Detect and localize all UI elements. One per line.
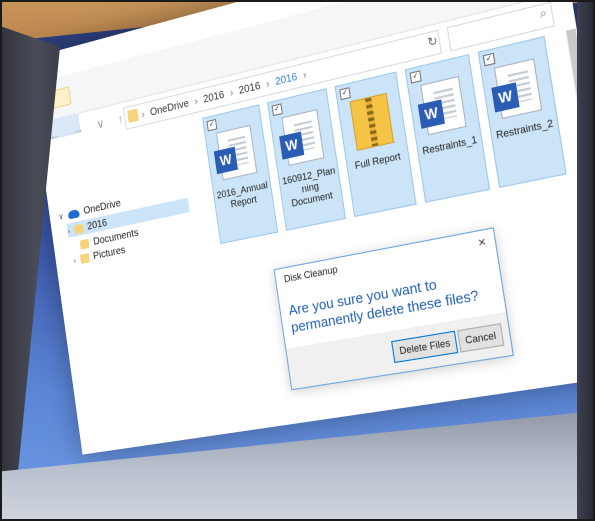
disk-cleanup-dialog: Disk Cleanup × Are you sure you want to …: [273, 227, 514, 391]
folder-icon: [127, 108, 139, 124]
word-document-icon: W: [491, 58, 543, 120]
file-item[interactable]: ✓ Full Report: [334, 71, 417, 218]
chevron-right-icon: ›: [302, 68, 308, 81]
cancel-button[interactable]: Cancel: [456, 323, 505, 353]
navigation-pane: ∨ OneDrive › 2016 Documents › Pictures: [50, 122, 225, 433]
dialog-title: Disk Cleanup: [283, 263, 339, 285]
checkbox[interactable]: ✓: [206, 118, 218, 132]
checkbox[interactable]: ✓: [482, 52, 496, 67]
file-name: Restraints_2: [495, 117, 554, 141]
word-badge-icon: W: [491, 82, 520, 113]
checkbox[interactable]: ✓: [409, 70, 422, 84]
file-explorer-window: – ☐ ✕ ← → ∨ ↑ › OneDrive › 2016 › 2016 ›…: [27, 0, 595, 455]
breadcrumb-current[interactable]: 2016: [274, 71, 298, 88]
chevron-right-icon[interactable]: ›: [73, 256, 77, 265]
refresh-icon[interactable]: ↻: [427, 33, 439, 50]
word-badge-icon: W: [279, 131, 305, 160]
breadcrumb-2016-sub[interactable]: 2016: [238, 80, 261, 97]
file-item[interactable]: ✓ W 160912_Planning Document: [267, 88, 347, 231]
checkbox[interactable]: ✓: [271, 103, 283, 117]
chevron-right-icon: ›: [229, 86, 234, 99]
word-badge-icon: W: [417, 99, 445, 129]
folder-icon: [79, 238, 90, 250]
file-item[interactable]: ✓ W Restraints_1: [404, 54, 491, 203]
sidebar-item-label: 2016: [86, 216, 108, 233]
file-name: 2016_Annual Report: [215, 179, 269, 210]
file-name: Restraints_1: [421, 133, 478, 157]
sidebar-item-label: Pictures: [92, 244, 127, 263]
monitor-bezel-right: [577, 0, 595, 521]
chevron-down-icon[interactable]: ∨: [58, 211, 64, 221]
breadcrumb-onedrive[interactable]: OneDrive: [149, 97, 189, 118]
file-item[interactable]: ✓ W Restraints_2: [477, 35, 567, 188]
word-document-icon: W: [213, 124, 258, 181]
file-item[interactable]: ✓ W 2016_Annual Report: [202, 104, 279, 245]
dialog-close-icon[interactable]: ×: [477, 234, 487, 251]
folder-icon: [73, 223, 84, 234]
chevron-right-icon: ›: [265, 77, 271, 90]
zip-folder-icon: [349, 92, 395, 151]
file-name: Full Report: [354, 150, 402, 172]
word-document-icon: W: [417, 75, 467, 136]
delete-files-button[interactable]: Delete Files: [391, 330, 459, 364]
checkbox[interactable]: ✓: [339, 87, 351, 101]
cloud-icon: [67, 208, 80, 219]
word-document-icon: W: [279, 109, 325, 166]
chevron-right-icon[interactable]: ›: [67, 226, 71, 235]
file-name: 160912_Planning Document: [281, 164, 336, 209]
word-badge-icon: W: [213, 146, 238, 175]
chevron-right-icon: ›: [193, 95, 199, 108]
search-icon: ⌕: [538, 6, 548, 22]
breadcrumb-2016[interactable]: 2016: [202, 89, 225, 105]
chevron-right-icon: ›: [140, 108, 146, 121]
folder-icon: [79, 253, 90, 264]
